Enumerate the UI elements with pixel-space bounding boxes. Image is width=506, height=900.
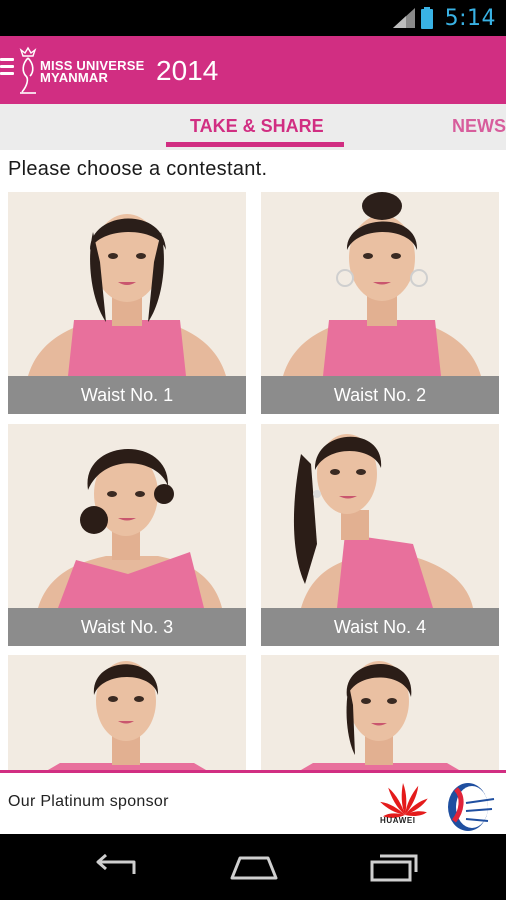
- system-nav-bar: [0, 834, 506, 900]
- contestant-photo: [8, 424, 246, 608]
- contestant-label: Waist No. 2: [261, 376, 499, 414]
- contestant-card-1[interactable]: Waist No. 1: [8, 192, 246, 414]
- battery-icon: [420, 7, 433, 29]
- contestant-label: Waist No. 3: [8, 608, 246, 646]
- menu-icon[interactable]: [0, 58, 14, 80]
- page-prompt: Please choose a contestant.: [8, 158, 268, 180]
- back-icon[interactable]: [84, 848, 144, 886]
- app-header: MISS UNIVERSE MYANMAR 2014: [0, 36, 506, 104]
- contestant-photo: [8, 655, 246, 770]
- contestant-card-3[interactable]: Waist No. 3: [8, 424, 246, 646]
- brand-year: 2014: [156, 55, 219, 86]
- contestant-photo: [261, 192, 499, 376]
- contestant-photo: [261, 424, 499, 608]
- contestant-photo: [8, 192, 246, 376]
- contestant-card-5[interactable]: [8, 655, 246, 770]
- home-icon[interactable]: [224, 848, 284, 886]
- contestant-label: Waist No. 1: [8, 376, 246, 414]
- bangkok-airways-logo[interactable]: [442, 777, 500, 833]
- contestant-card-6[interactable]: [261, 655, 499, 770]
- tab-news[interactable]: NEWS: [452, 104, 506, 150]
- sponsor-bar: Our Platinum sponsor HUAWEI: [0, 770, 506, 837]
- contestant-label: Waist No. 4: [261, 608, 499, 646]
- crown-logo: [16, 46, 40, 96]
- contestant-photo: [261, 655, 499, 770]
- brand-title-line2: MYANMAR: [40, 70, 109, 85]
- sponsor-label: Our Platinum sponsor: [8, 793, 169, 810]
- status-time: 5:14: [444, 5, 496, 31]
- status-bar: 5:14: [0, 0, 506, 36]
- active-tab-indicator: [166, 142, 344, 147]
- contestant-card-2[interactable]: Waist No. 2: [261, 192, 499, 414]
- signal-icon: [392, 8, 415, 28]
- recent-apps-icon[interactable]: [364, 848, 424, 886]
- huawei-wordmark: HUAWEI: [380, 816, 416, 825]
- contestant-card-4[interactable]: Waist No. 4: [261, 424, 499, 646]
